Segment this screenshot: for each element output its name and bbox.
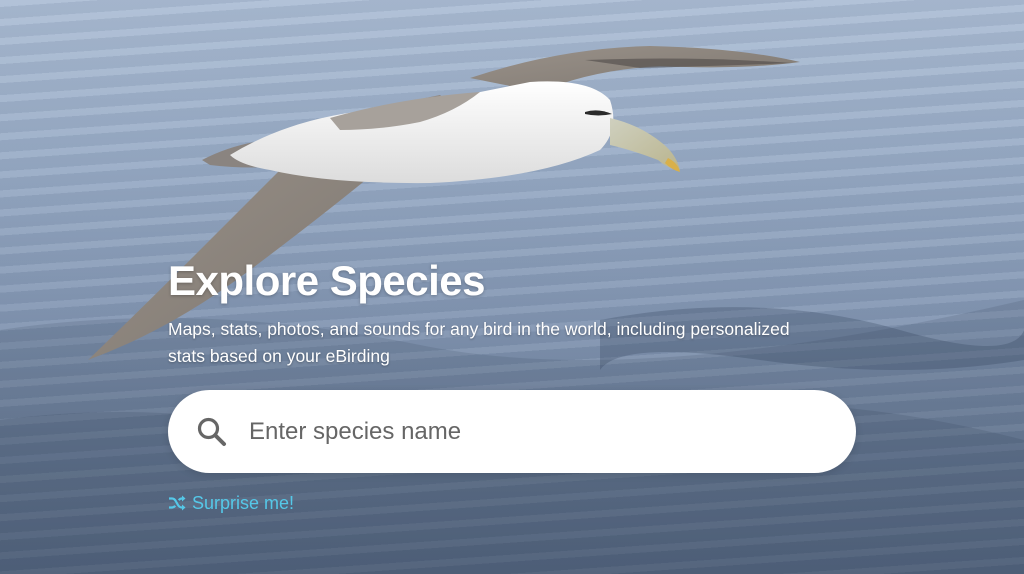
- surprise-me-label: Surprise me!: [192, 492, 295, 513]
- shuffle-icon: [169, 495, 186, 511]
- surprise-me-link[interactable]: Surprise me!: [168, 491, 294, 515]
- page-title: Explore Species: [168, 257, 486, 304]
- species-search-input[interactable]: [249, 406, 809, 457]
- search-icon: [197, 417, 226, 446]
- hero-content: Explore Species Maps, stats, photos, and…: [168, 255, 868, 370]
- page-subtitle: Maps, stats, photos, and sounds for any …: [168, 319, 790, 366]
- species-search-box[interactable]: [168, 390, 856, 473]
